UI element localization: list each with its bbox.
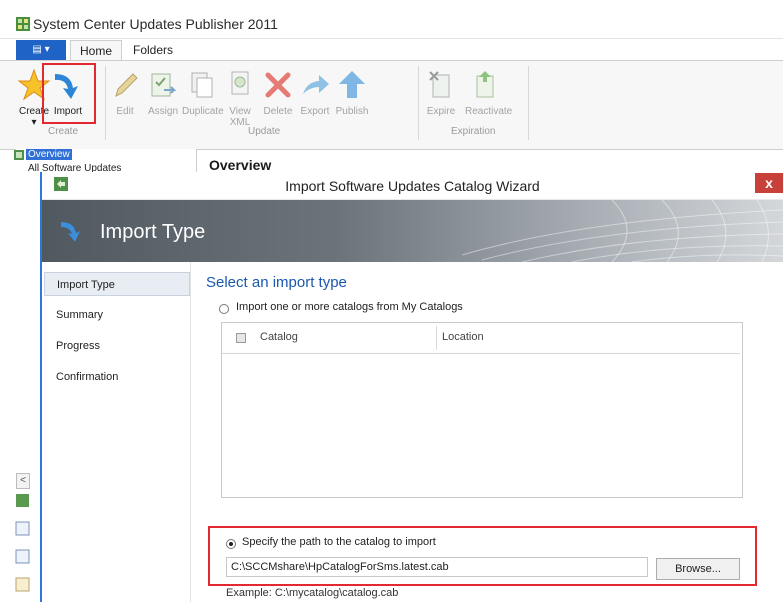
- nav-item-overview[interactable]: Overview: [26, 149, 72, 160]
- specify-path-radio[interactable]: [226, 539, 236, 549]
- xml-document-icon: [231, 71, 249, 95]
- view-xml-label-line1: View: [229, 106, 251, 117]
- publish-arrow-icon: [339, 71, 365, 98]
- view-xml-button[interactable]: View XML: [220, 68, 260, 128]
- ribbon-separator: [528, 66, 529, 140]
- import-arrow-icon: [61, 222, 80, 242]
- catalog-path-input[interactable]: [226, 557, 648, 577]
- select-all-checkbox[interactable]: [236, 333, 246, 343]
- step-import-type[interactable]: Import Type: [44, 272, 190, 296]
- ribbon-separator: [418, 66, 419, 140]
- reactivate-button[interactable]: Reactivate: [465, 68, 513, 117]
- update-group-label: Update: [248, 126, 281, 137]
- column-header-catalog[interactable]: Catalog: [260, 331, 298, 343]
- export-arrow-icon: [303, 75, 329, 94]
- page-title: Overview: [209, 157, 272, 173]
- edit-label: Edit: [116, 106, 134, 117]
- section-heading: Select an import type: [206, 274, 347, 291]
- expire-button[interactable]: Expire: [421, 68, 461, 117]
- window-title: System Center Updates Publisher 2011: [33, 16, 278, 32]
- publish-label: Publish: [335, 106, 369, 117]
- delete-label: Delete: [263, 106, 293, 117]
- duplicate-icon: [191, 72, 213, 98]
- dialog-title: Import Software Updates Catalog Wizard: [285, 178, 540, 194]
- overview-icon: [14, 150, 24, 160]
- close-button[interactable]: x: [755, 173, 783, 193]
- reactivate-icon: [476, 71, 494, 98]
- assign-label: Assign: [147, 106, 178, 117]
- banner-title: Import Type: [100, 221, 206, 243]
- create-group-label: Create: [48, 126, 79, 137]
- delete-button[interactable]: Delete: [258, 68, 298, 117]
- pencil-icon: [115, 73, 138, 97]
- assign-button[interactable]: Assign: [143, 68, 183, 117]
- delete-x-icon: [265, 72, 291, 98]
- tab-home[interactable]: Home: [70, 40, 122, 61]
- step-progress[interactable]: Progress: [44, 334, 190, 358]
- my-catalogs-radio[interactable]: [219, 304, 229, 314]
- specify-path-radio-label[interactable]: Specify the path to the catalog to impor…: [242, 536, 436, 548]
- my-catalogs-radio-label[interactable]: Import one or more catalogs from My Cata…: [236, 301, 463, 313]
- expiration-group-label: Expiration: [451, 126, 496, 137]
- sidebar-tools-icons: [15, 494, 30, 592]
- browse-button[interactable]: Browse...: [656, 558, 740, 580]
- column-header-location[interactable]: Location: [442, 331, 484, 343]
- expire-icon: [429, 71, 450, 98]
- export-button[interactable]: Export: [295, 68, 335, 117]
- export-label: Export: [300, 106, 330, 117]
- expire-label: Expire: [426, 106, 456, 117]
- duplicate-button[interactable]: Duplicate: [182, 68, 224, 117]
- example-hint: Example: C:\mycatalog\catalog.cab: [226, 587, 399, 599]
- edit-button[interactable]: Edit: [105, 68, 145, 117]
- tab-folders[interactable]: Folders: [130, 40, 176, 60]
- import-highlight-box: [42, 63, 96, 124]
- banner-wave-graphic: [462, 200, 783, 262]
- duplicate-label: Duplicate: [182, 106, 224, 117]
- assign-icon: [151, 73, 177, 97]
- step-summary[interactable]: Summary: [44, 303, 190, 327]
- publish-button[interactable]: Publish: [332, 68, 372, 117]
- app-icon: [16, 17, 30, 31]
- file-menu-button[interactable]: ▤ ▾: [16, 40, 66, 60]
- reactivate-label: Reactivate: [465, 106, 513, 117]
- scroll-left-button[interactable]: <: [16, 473, 30, 489]
- column-divider: [436, 326, 437, 350]
- step-confirmation[interactable]: Confirmation: [44, 365, 190, 389]
